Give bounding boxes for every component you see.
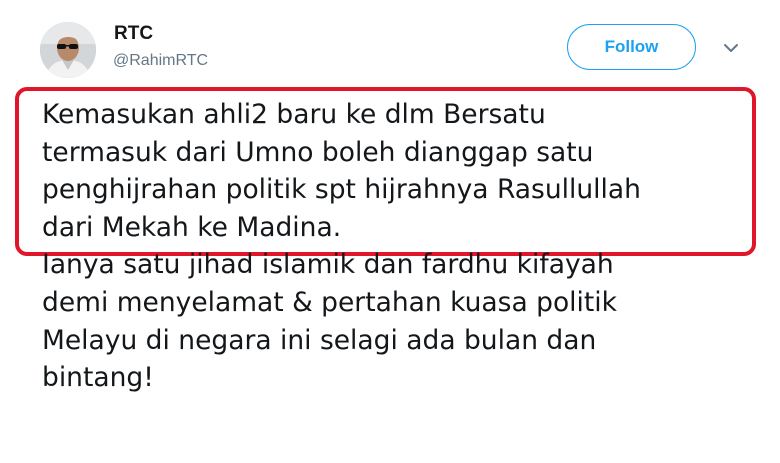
author-display-name[interactable]: RTC	[114, 22, 153, 46]
avatar-photo	[40, 22, 96, 78]
avatar[interactable]	[40, 22, 96, 78]
tweet-line: demi menyelamat & pertahan kuasa politik	[42, 286, 617, 318]
tweet-line: penghijrahan politik spt hijrahnya Rasul…	[42, 174, 641, 206]
tweet-line: Melayu di negara ini selagi ada bulan da…	[42, 324, 597, 356]
tweet-line: bintang!	[42, 362, 154, 394]
tweet-line: Ianya satu jihad islamik dan fardhu kifa…	[42, 249, 614, 281]
follow-button[interactable]: Follow	[567, 24, 696, 70]
tweet-line: termasuk dari Umno boleh dianggap satu	[42, 136, 594, 168]
tweet-text: Kemasukan ahli2 baru ke dlm Bersatu term…	[42, 96, 762, 397]
chevron-down-icon[interactable]	[721, 38, 741, 58]
tweet-line: dari Mekah ke Madina.	[42, 211, 342, 243]
tweet-line: Kemasukan ahli2 baru ke dlm Bersatu	[42, 99, 546, 130]
author-handle[interactable]: @RahimRTC	[113, 51, 208, 71]
